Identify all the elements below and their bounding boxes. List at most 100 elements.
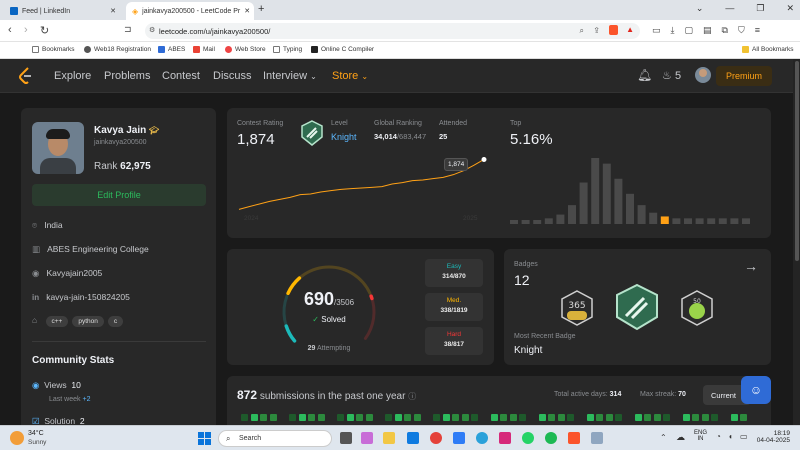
reload-icon[interactable]: ↻ xyxy=(40,24,49,37)
address-bar: ‹ › ↻ ⊐ ⚙ leetcode.com/u/jainkavya200500… xyxy=(0,20,800,42)
last-week-value: +2 xyxy=(82,396,91,403)
bookmark-online-c[interactable]: Online C Compiler xyxy=(311,46,374,53)
search-text: Search xyxy=(239,435,262,442)
nav-store[interactable]: Store ⌄ xyxy=(332,70,368,82)
bookmark-webstore[interactable]: Web Store xyxy=(225,46,266,53)
linkedin-row[interactable]: in kavya-jain-150824205 xyxy=(32,292,130,302)
premium-button[interactable]: Premium xyxy=(716,66,772,86)
minimize-icon[interactable]: — xyxy=(725,3,734,14)
github-link[interactable]: Kavyajain2005 xyxy=(47,268,103,278)
vpn-icon[interactable]: ⛉ xyxy=(738,25,745,36)
sidebar-icon[interactable]: ▭ xyxy=(652,25,661,36)
bookmark-label: Online C Compiler xyxy=(321,46,375,53)
forward-icon[interactable]: › xyxy=(24,24,28,36)
share-icon[interactable]: ⇪ xyxy=(593,26,600,35)
info-icon[interactable]: ⓘ xyxy=(408,392,416,401)
easy-stat[interactable]: Easy 314/870 xyxy=(425,259,483,287)
close-icon[interactable]: ✕ xyxy=(244,7,250,15)
bookmark-page-icon[interactable]: ⊐ xyxy=(124,24,132,35)
region-text: IN xyxy=(697,436,704,442)
volume-icon[interactable]: ◖ xyxy=(728,432,733,441)
rating-distribution-chart[interactable] xyxy=(510,158,760,226)
chat-help-button[interactable]: ☺ xyxy=(741,376,771,404)
wallet-icon[interactable]: ▤ xyxy=(703,25,712,36)
skill-tag[interactable]: python xyxy=(72,316,104,327)
nav-explore[interactable]: Explore xyxy=(54,70,91,82)
medium-stat[interactable]: Med. 338/1819 xyxy=(425,293,483,321)
weather-icon[interactable] xyxy=(10,431,24,445)
hard-stat[interactable]: Hard 38/817 xyxy=(425,327,483,355)
skill-tag[interactable]: c xyxy=(107,316,124,327)
knight-badge-icon[interactable] xyxy=(614,283,660,331)
zoom-icon[interactable]: ⌕ xyxy=(580,26,584,36)
heatmap-cell xyxy=(644,414,652,421)
brave-shield-icon[interactable] xyxy=(609,25,618,35)
rank-label: Rank xyxy=(94,161,118,172)
hard-value: 38/817 xyxy=(444,341,464,348)
leetcode-logo-icon[interactable] xyxy=(18,67,34,85)
brave-rewards-icon[interactable]: ▲ xyxy=(626,25,634,34)
battery-icon[interactable]: ▭ xyxy=(740,432,748,441)
copy-icon[interactable]: ⧉ xyxy=(722,25,728,36)
streak-counter[interactable]: ♨ 5 xyxy=(662,69,681,82)
notepad-icon[interactable] xyxy=(591,432,603,444)
nav-contest[interactable]: Contest xyxy=(162,70,200,82)
time-text: 18:19 xyxy=(773,430,790,437)
back-icon[interactable]: ‹ xyxy=(8,24,12,36)
bookmark-typing[interactable]: Typing xyxy=(273,46,302,53)
store-icon[interactable] xyxy=(453,432,465,444)
all-bookmarks[interactable]: All Bookmarks xyxy=(742,46,794,53)
heatmap-cell xyxy=(634,414,642,421)
bookmark-web18[interactable]: Web18 Registration xyxy=(84,46,151,53)
bookmark-bookmarks[interactable]: Bookmarks xyxy=(32,46,75,53)
edge-icon[interactable] xyxy=(407,432,419,444)
task-view-icon[interactable] xyxy=(340,432,352,444)
copilot-icon[interactable] xyxy=(361,432,373,444)
brave-icon[interactable] xyxy=(568,432,580,444)
instagram-icon[interactable] xyxy=(499,432,511,444)
menu-icon[interactable]: ≡ xyxy=(755,25,760,36)
solved-progress-ring[interactable] xyxy=(274,262,384,358)
onedrive-icon[interactable]: ☁ xyxy=(676,432,685,443)
close-icon[interactable]: ✕ xyxy=(110,7,116,15)
nav-problems[interactable]: Problems xyxy=(104,70,150,82)
telegram-icon[interactable] xyxy=(476,432,488,444)
distribution-bar xyxy=(695,218,704,224)
github-row[interactable]: ◉ Kavyajain2005 xyxy=(32,268,102,279)
annual-badge-icon[interactable]: 50 xyxy=(679,289,715,327)
download-icon[interactable]: ⤓ xyxy=(671,25,675,36)
spotify-icon[interactable] xyxy=(545,432,557,444)
chrome-icon[interactable] xyxy=(430,432,442,444)
wifi-icon[interactable]: ◔ xyxy=(716,432,721,441)
site-info-icon[interactable]: ⚙ xyxy=(149,26,155,34)
url-input[interactable]: ⚙ leetcode.com/u/jainkavya200500/ ⌕ ⇪ ▲ xyxy=(145,23,640,39)
maximize-icon[interactable]: ❐ xyxy=(756,3,764,14)
windows-start-icon[interactable] xyxy=(198,432,211,445)
new-tab-button[interactable]: + xyxy=(258,3,264,15)
arrow-right-icon[interactable]: → xyxy=(744,258,758,274)
close-window-icon[interactable]: ✕ xyxy=(786,3,794,14)
avatar[interactable] xyxy=(695,67,711,83)
language-indicator[interactable]: ENG IN xyxy=(694,430,707,442)
whatsapp-icon[interactable] xyxy=(522,432,534,444)
heatmap-cell xyxy=(461,414,469,421)
skill-tag[interactable]: c++ xyxy=(45,316,69,327)
clock[interactable]: 18:19 04-04-2025 xyxy=(754,430,790,444)
linkedin-link[interactable]: kavya-jain-150824205 xyxy=(46,292,130,302)
taskbar-search[interactable]: ⌕ Search xyxy=(218,430,332,447)
extensions-icon[interactable]: ▢ xyxy=(685,25,694,36)
edit-profile-button[interactable]: Edit Profile xyxy=(32,184,206,206)
tab-linkedin[interactable]: Feed | LinkedIn ✕ xyxy=(4,2,122,20)
chevron-down-icon[interactable]: ⌄ xyxy=(696,3,704,14)
page-scrollbar[interactable] xyxy=(793,59,800,425)
bookmark-abes[interactable]: ABES xyxy=(158,46,185,53)
nav-discuss[interactable]: Discuss xyxy=(213,70,252,82)
badge-365-icon[interactable]: 365 xyxy=(559,289,595,327)
nav-interview[interactable]: Interview ⌄ xyxy=(263,70,317,82)
tab-leetcode[interactable]: ◈ jainkavya200500 - LeetCode Pr ✕ xyxy=(126,2,254,20)
file-explorer-icon[interactable] xyxy=(383,432,395,444)
chevron-up-icon[interactable]: ⌃ xyxy=(660,433,667,442)
bell-icon[interactable]: 🔔︎ xyxy=(637,68,652,82)
distribution-bar xyxy=(730,218,739,224)
bookmark-mail[interactable]: Mail xyxy=(193,46,215,53)
